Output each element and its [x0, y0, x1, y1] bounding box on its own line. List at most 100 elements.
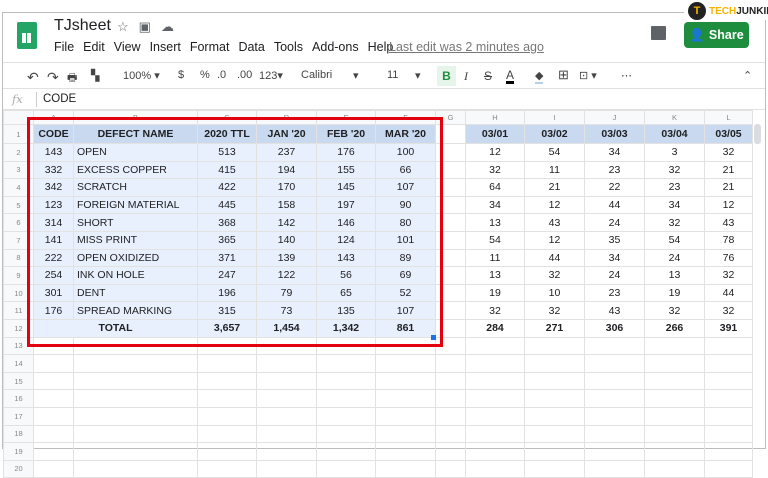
cell[interactable] — [524, 389, 585, 408]
decrease-decimal-button[interactable]: .0 — [217, 69, 226, 81]
cell[interactable] — [465, 424, 525, 444]
value-cell[interactable]: 80 — [375, 213, 436, 232]
value-cell[interactable]: 135 — [316, 301, 376, 320]
total-cell[interactable]: 284 — [465, 318, 525, 338]
value-cell[interactable]: 155 — [316, 160, 376, 180]
value-cell[interactable]: 197 — [316, 195, 376, 215]
cell[interactable] — [375, 336, 436, 356]
cell[interactable] — [316, 406, 376, 426]
value-cell[interactable]: 194 — [256, 160, 317, 180]
header-cell[interactable]: CODE — [33, 124, 74, 144]
daily-cell[interactable]: 34 — [465, 195, 525, 215]
cell[interactable] — [584, 442, 645, 461]
total-cell[interactable]: 1,342 — [316, 318, 376, 338]
cell[interactable] — [316, 354, 376, 373]
row-header[interactable]: 19 — [3, 442, 34, 461]
value-cell[interactable]: 142 — [256, 213, 317, 232]
cell[interactable] — [435, 318, 466, 338]
cell[interactable] — [435, 354, 466, 373]
cell[interactable] — [375, 389, 436, 408]
daily-cell[interactable]: 32 — [704, 266, 753, 285]
column-header[interactable]: B — [73, 110, 198, 125]
daily-cell[interactable]: 21 — [704, 160, 753, 180]
cell[interactable] — [256, 424, 317, 444]
fill-color-icon[interactable]: ◆ — [535, 69, 544, 84]
cell[interactable] — [197, 406, 257, 426]
percent-button[interactable]: % — [200, 69, 210, 81]
cell[interactable] — [375, 459, 436, 478]
column-header[interactable]: C — [197, 110, 257, 125]
header-cell[interactable]: 03/01 — [465, 124, 525, 144]
row-header[interactable]: 15 — [3, 371, 34, 391]
column-header[interactable]: F — [375, 110, 436, 125]
cell[interactable] — [73, 424, 198, 444]
daily-cell[interactable]: 21 — [704, 178, 753, 197]
cell[interactable] — [256, 442, 317, 461]
header-cell[interactable]: DEFECT NAME — [73, 124, 198, 144]
last-edit-link[interactable]: Last edit was 2 minutes ago — [389, 40, 544, 54]
cell[interactable] — [704, 354, 753, 373]
cell[interactable] — [584, 459, 645, 478]
value-cell[interactable]: 69 — [375, 266, 436, 285]
daily-cell[interactable]: 34 — [584, 248, 645, 268]
increase-decimal-button[interactable]: .00 — [237, 69, 252, 81]
cell[interactable] — [644, 354, 705, 373]
daily-cell[interactable]: 3 — [644, 143, 705, 162]
total-cell[interactable]: 391 — [704, 318, 753, 338]
cell[interactable] — [435, 406, 466, 426]
vertical-scrollbar[interactable] — [754, 124, 761, 144]
value-cell[interactable]: 79 — [256, 283, 317, 303]
value-cell[interactable]: 107 — [375, 178, 436, 197]
cell[interactable] — [73, 406, 198, 426]
borders-icon[interactable]: ⊞ — [558, 67, 569, 83]
cell[interactable] — [33, 406, 74, 426]
cell[interactable] — [584, 389, 645, 408]
daily-cell[interactable]: 76 — [704, 248, 753, 268]
column-header[interactable]: L — [704, 110, 753, 125]
defect-name-cell[interactable]: OPEN OXIDIZED — [73, 248, 198, 268]
cell[interactable] — [435, 143, 466, 162]
daily-cell[interactable]: 10 — [524, 283, 585, 303]
more-button[interactable]: ⋯ — [621, 69, 632, 82]
value-cell[interactable]: 415 — [197, 160, 257, 180]
print-icon[interactable]: 🖶 — [67, 69, 77, 88]
cell[interactable] — [33, 389, 74, 408]
cloud-status-icon[interactable]: ☁ — [161, 19, 174, 35]
value-cell[interactable]: 368 — [197, 213, 257, 232]
defect-name-cell[interactable]: SCRATCH — [73, 178, 198, 197]
cell[interactable] — [524, 406, 585, 426]
cell[interactable] — [316, 336, 376, 356]
cell[interactable] — [435, 178, 466, 197]
bold-button[interactable]: B — [437, 66, 456, 86]
cell[interactable] — [33, 336, 74, 356]
value-cell[interactable]: 143 — [316, 248, 376, 268]
cell[interactable] — [435, 283, 466, 303]
cell[interactable] — [524, 336, 585, 356]
cell[interactable] — [375, 354, 436, 373]
collapse-icon[interactable]: ⌃ — [743, 69, 752, 82]
cell[interactable] — [524, 424, 585, 444]
daily-cell[interactable]: 13 — [465, 213, 525, 232]
code-cell[interactable]: 143 — [33, 143, 74, 162]
daily-cell[interactable]: 12 — [524, 195, 585, 215]
cell[interactable] — [704, 459, 753, 478]
code-cell[interactable]: 141 — [33, 230, 74, 250]
cell[interactable] — [435, 230, 466, 250]
row-header[interactable]: 11 — [3, 301, 34, 320]
cell[interactable] — [33, 371, 74, 391]
daily-cell[interactable]: 32 — [524, 301, 585, 320]
strikethrough-button[interactable]: S — [484, 69, 492, 83]
cell[interactable] — [644, 424, 705, 444]
daily-cell[interactable]: 19 — [644, 283, 705, 303]
value-cell[interactable]: 158 — [256, 195, 317, 215]
cell[interactable] — [644, 442, 705, 461]
cell[interactable] — [704, 336, 753, 356]
cell[interactable] — [435, 195, 466, 215]
code-cell[interactable]: 176 — [33, 301, 74, 320]
cell[interactable] — [73, 371, 198, 391]
fill-handle[interactable] — [431, 335, 436, 340]
value-cell[interactable]: 247 — [197, 266, 257, 285]
cell[interactable] — [435, 424, 466, 444]
column-header[interactable]: G — [435, 110, 466, 125]
daily-cell[interactable]: 11 — [465, 248, 525, 268]
